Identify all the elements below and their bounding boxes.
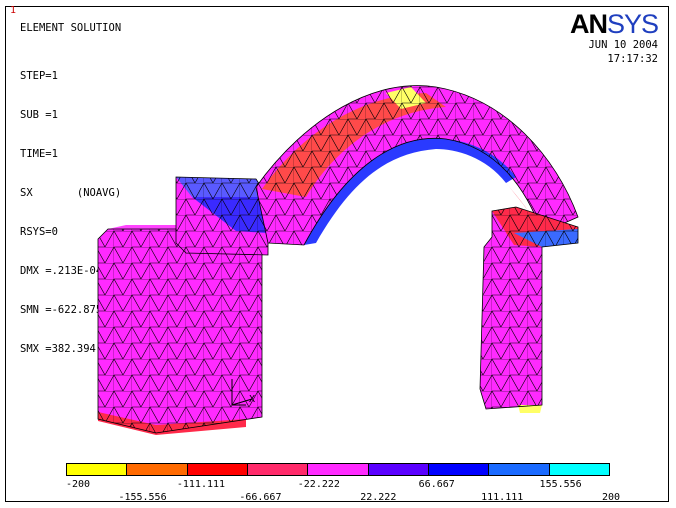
legend-swatch bbox=[127, 464, 188, 475]
right-pillar bbox=[479, 206, 579, 413]
legend-swatch bbox=[549, 464, 609, 475]
legend-label-top: -200 bbox=[66, 479, 91, 490]
legend-label-top: -22.222 bbox=[297, 479, 340, 490]
graphics-window: 1 ELEMENT SOLUTION STEP=1 SUB =1 TIME=1 … bbox=[5, 5, 669, 503]
legend-label-top: 155.556 bbox=[539, 479, 582, 490]
axis-x-label: X bbox=[249, 394, 255, 405]
legend-label-bottom: 200 bbox=[602, 492, 621, 503]
legend-swatch bbox=[247, 464, 309, 475]
contour-legend bbox=[66, 463, 610, 476]
legend-label-top: -111.111 bbox=[176, 479, 226, 490]
legend-swatch bbox=[489, 464, 550, 475]
legend-label-bottom: 111.111 bbox=[481, 492, 524, 503]
legend-swatch bbox=[308, 464, 369, 475]
legend-label-bottom: 22.222 bbox=[360, 492, 397, 503]
legend-label-top: 66.667 bbox=[418, 479, 455, 490]
legend-swatch bbox=[428, 464, 490, 475]
legend-swatch bbox=[368, 464, 429, 475]
legend-swatch bbox=[187, 464, 248, 475]
left-step bbox=[175, 176, 269, 256]
legend-label-bottom: -155.556 bbox=[118, 492, 167, 503]
legend-label-bottom: -66.667 bbox=[239, 492, 282, 503]
fem-model-view[interactable]: X bbox=[6, 7, 668, 501]
legend-swatch bbox=[67, 464, 128, 475]
